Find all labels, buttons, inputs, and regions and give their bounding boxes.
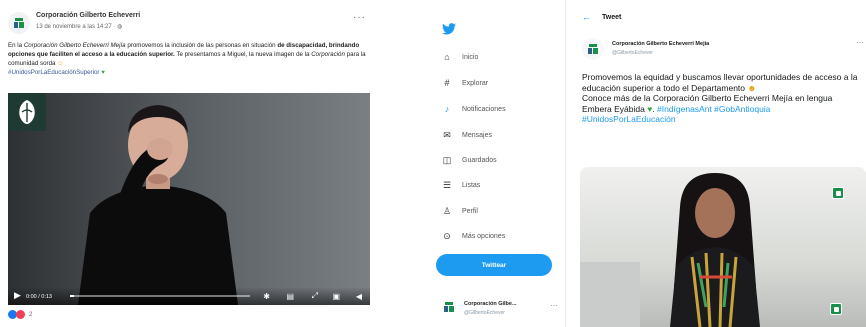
nav-notifications[interactable]: ♪ Notificaciones [442, 104, 506, 114]
account-name: Corporación Gilbe... [464, 301, 517, 307]
video-player[interactable]: ▶ 0:00 / 0:13 ✱ ▤ ⤢ ▣ ◀ [8, 93, 370, 305]
screenshot-collage: Corporación Gilberto Echeverri 13 de nov… [0, 0, 866, 327]
sign-language-interpreter [78, 105, 238, 305]
post-rest: Te presentamos a Miguel, la nueva imagen… [174, 51, 312, 58]
tweet-author: Corporación Gilberto Echeverri Mejía @Gi… [582, 38, 864, 64]
more-options-icon[interactable]: ··· [353, 12, 366, 23]
twitter-bird-icon[interactable] [442, 22, 456, 40]
heart-emoji-icon: ♥ [101, 69, 105, 76]
person-icon: ♙ [442, 205, 452, 216]
volume-icon[interactable]: ◀ [356, 292, 362, 301]
nav-more-label: Más opciones [462, 232, 506, 240]
nav-home-label: Inicio [462, 53, 479, 61]
author-avatar[interactable] [582, 38, 604, 60]
twitter-sidebar: ⌂ Inicio # Explorar ♪ Notificaciones ✉ Mensa… [432, 0, 560, 327]
nav-home[interactable]: ⌂ Inicio [442, 52, 478, 62]
love-reaction-icon [16, 310, 25, 319]
back-arrow-icon[interactable]: ← [582, 12, 591, 22]
post-hashtags[interactable]: #UnidosPorLaEducaciónSuperior [8, 69, 100, 76]
twitter-window: ⌂ Inicio # Explorar ♪ Notificaciones ✉ Mensa… [432, 0, 866, 327]
picture-in-picture-icon[interactable]: ▣ [332, 292, 340, 301]
organization-logo-icon [588, 44, 598, 54]
tweet-button[interactable]: Twittear [436, 254, 552, 276]
account-switcher[interactable]: Corporación Gilbe... @GilbertoEchever ··… [442, 300, 560, 319]
globe-icon: ◍ [117, 24, 123, 30]
nav-notifications-label: Notificaciones [462, 105, 506, 113]
video-scenery [580, 262, 640, 327]
more-icon: ⊙ [443, 230, 451, 241]
leaf-badge-icon [832, 187, 844, 199]
tweet-video[interactable] [580, 167, 866, 327]
smile-emoji-icon: ☻ [747, 82, 757, 93]
video-progress-fill [70, 295, 74, 297]
smile-emoji-icon: ☺ [57, 60, 64, 67]
post-text: En la Corporación Gilberto Echeverri Mej… [8, 41, 368, 77]
post-intro: En la [8, 42, 24, 49]
speaker-woman [670, 173, 760, 327]
video-progress-bar[interactable] [70, 295, 250, 297]
video-timecode: 0:00 / 0:13 [26, 294, 52, 300]
nav-explore-label: Explorar [462, 79, 489, 87]
author-name[interactable]: Corporación Gilberto Echeverri Mejía [612, 41, 709, 47]
page-name[interactable]: Corporación Gilberto Echeverri [36, 12, 140, 19]
nav-lists-label: Listas [462, 181, 481, 189]
tweet-detail: ← Tweet Corporación Gilberto Echeverri M… [572, 0, 866, 327]
sidebar-divider [565, 0, 566, 327]
mail-icon: ✉ [443, 129, 451, 140]
timestamp-text: 13 de noviembre a las 14:27 · [36, 24, 118, 30]
green-heart-emoji-icon: ♥ [647, 103, 653, 114]
list-icon: ☰ [442, 179, 452, 190]
reactions-count: 2 [29, 311, 33, 318]
nav-lists[interactable]: ☰ Listas [442, 180, 480, 190]
bell-icon: ♪ [444, 104, 450, 114]
fullscreen-icon[interactable]: ⤢ [312, 291, 318, 301]
tweet-more-icon[interactable]: ··· [856, 38, 864, 47]
nav-explore[interactable]: # Explorar [442, 78, 488, 88]
play-icon[interactable]: ▶ [14, 290, 21, 301]
video-controls: ▶ 0:00 / 0:13 ✱ ▤ ⤢ ▣ ◀ [8, 287, 370, 305]
post-intro-italic: Corporación Gilberto Echeverri Mejía [23, 42, 126, 49]
nav-messages[interactable]: ✉ Mensajes [442, 130, 492, 140]
post-timestamp[interactable]: 13 de noviembre a las 14:27 · ◍ [36, 23, 122, 30]
captions-icon[interactable]: ▤ [286, 292, 294, 301]
facebook-post: Corporación Gilberto Echeverri 13 de nov… [0, 0, 378, 327]
post-intro-rest: promovemos la inclusión de las personas … [125, 42, 276, 49]
account-handle: @GilbertoEchever [464, 310, 505, 316]
settings-icon[interactable]: ✱ [263, 292, 270, 301]
corporation-logo-icon [8, 93, 46, 131]
account-avatar [444, 302, 454, 312]
nav-more[interactable]: ⊙ Más opciones [442, 231, 505, 241]
page-avatar[interactable] [8, 12, 30, 34]
leaf-badge-icon [830, 303, 842, 315]
nav-messages-label: Mensajes [462, 131, 492, 139]
nav-profile[interactable]: ♙ Perfil [442, 206, 478, 216]
page-title: Tweet [602, 14, 622, 21]
nav-profile-label: Perfil [462, 207, 478, 215]
home-icon: ⌂ [444, 52, 450, 62]
reactions-summary[interactable]: 2 [8, 310, 32, 319]
nav-bookmarks-label: Guardados [462, 156, 497, 164]
hashtag-icon: # [444, 78, 450, 88]
organization-logo-icon [14, 18, 24, 28]
account-more-icon[interactable]: ··· [550, 301, 558, 310]
nav-bookmarks[interactable]: ◫ Guardados [442, 155, 497, 165]
tweet-text: Promovemos la equidad y buscamos llevar … [582, 72, 858, 124]
bookmark-icon: ◫ [442, 154, 452, 165]
post-header: Corporación Gilberto Echeverri 13 de nov… [8, 10, 370, 36]
tweet-line-1: Promovemos la equidad y buscamos llevar … [582, 72, 858, 93]
author-handle[interactable]: @GilbertoEchever [612, 50, 653, 56]
post-rest-italic: Corporación [311, 51, 345, 58]
